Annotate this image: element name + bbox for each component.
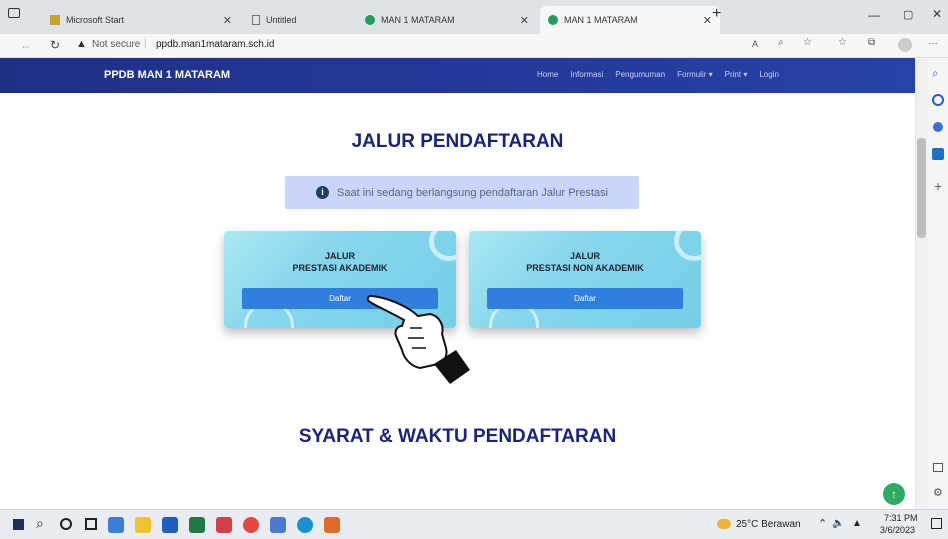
window-menu-icon[interactable]	[8, 8, 20, 18]
clock-time[interactable]: 7:31 PM	[884, 513, 918, 523]
favorite-add-icon[interactable]: ☆	[803, 37, 812, 48]
weather-text[interactable]: 25°C Berawan	[736, 519, 801, 530]
scroll-to-top-button[interactable]: ↑	[883, 483, 905, 505]
address-bar: ← ↻ ▲ Not secure | ppdb.man1mataram.sch.…	[0, 34, 948, 58]
daftar-non-akademik-button[interactable]: Daftar	[487, 288, 683, 309]
clock-date[interactable]: 3/6/2023	[880, 525, 915, 535]
scrollbar-thumb[interactable]	[917, 138, 926, 238]
volume-icon[interactable]: 🔈	[832, 518, 844, 529]
outlook-icon[interactable]	[932, 148, 944, 160]
search-icon[interactable]: ⌕	[932, 66, 939, 81]
info-icon: i	[316, 186, 330, 199]
windows-start-icon[interactable]	[13, 519, 24, 530]
add-icon[interactable]: +	[934, 178, 942, 194]
profile-avatar[interactable]	[898, 38, 912, 52]
close-window-button[interactable]: ✕	[932, 7, 942, 21]
network-icon[interactable]: ▲	[852, 518, 862, 529]
page-viewport: PPDB MAN 1 MATARAM Home Informasi Pengum…	[0, 58, 915, 509]
card-prestasi-non-akademik: JALUR PRESTASI NON AKADEMIK Daftar	[469, 231, 701, 328]
page-title: JALUR PENDAFTARAN	[351, 131, 564, 152]
site-menu: Home Informasi Pengumuman Formulir ▾ Pri…	[537, 70, 779, 79]
tab-close-icon[interactable]: ✕	[520, 14, 529, 27]
search-icon[interactable]: ⌕	[36, 515, 44, 532]
card-title-line1: JALUR	[324, 251, 355, 261]
weather-icon[interactable]	[717, 519, 731, 529]
tab-label: Untitled	[266, 15, 297, 25]
app-icon[interactable]	[108, 517, 124, 533]
menu-pengumuman[interactable]: Pengumuman	[615, 70, 665, 79]
read-aloud-icon[interactable]: A	[752, 39, 758, 49]
site-navbar: PPDB MAN 1 MATARAM Home Informasi Pengum…	[0, 58, 915, 93]
chrome-icon[interactable]	[243, 517, 259, 533]
divider: |	[144, 38, 147, 49]
file-explorer-icon[interactable]	[135, 517, 151, 533]
url-field[interactable]: ppdb.man1mataram.sch.id	[156, 39, 274, 50]
tab-man1-mataram-active[interactable]: MAN 1 MATARAM ✕	[540, 6, 720, 34]
panel-icon[interactable]	[933, 463, 943, 472]
collections-icon[interactable]: ⧉	[868, 37, 875, 48]
taskbar: ⌕ 25°C Berawan ⌃ 🔈 ▲ 7:31 PM 3/6/2023	[0, 509, 948, 539]
tab-label: MAN 1 MATARAM	[381, 15, 455, 25]
app-icon[interactable]	[270, 517, 286, 533]
settings-icon[interactable]: ⚙	[933, 486, 943, 499]
site-brand[interactable]: PPDB MAN 1 MATARAM	[104, 69, 230, 81]
edge-icon[interactable]	[297, 517, 313, 533]
restore-button[interactable]: ▢	[903, 8, 913, 21]
menu-print[interactable]: Print ▾	[725, 70, 748, 79]
menu-formulir[interactable]: Formulir ▾	[677, 70, 713, 79]
tab-label: Microsoft Start	[66, 15, 125, 25]
browser-tab-bar: Microsoft Start ✕ Untitled MAN 1 MATARAM…	[0, 0, 948, 34]
cortana-icon[interactable]	[60, 518, 72, 530]
refresh-icon[interactable]: ↻	[50, 38, 60, 52]
task-view-icon[interactable]	[85, 518, 97, 530]
menu-informasi[interactable]: Informasi	[570, 70, 603, 79]
security-label[interactable]: Not secure	[92, 39, 140, 50]
app-icon[interactable]	[324, 517, 340, 533]
app-icon[interactable]	[216, 517, 232, 533]
minimize-button[interactable]: —	[868, 8, 880, 22]
back-icon[interactable]: ←	[20, 38, 32, 52]
new-tab-button[interactable]: +	[712, 5, 721, 23]
info-notice: i Saat ini sedang berlangsung pendaftara…	[285, 176, 639, 209]
pointing-hand-icon	[366, 294, 470, 384]
mail-icon[interactable]	[162, 517, 178, 533]
notice-text: Saat ini sedang berlangsung pendaftaran …	[337, 186, 608, 199]
zoom-icon[interactable]: ⌕	[778, 37, 784, 48]
tab-untitled[interactable]: Untitled	[244, 6, 362, 34]
tab-close-icon[interactable]: ✕	[223, 14, 232, 27]
extension-icon[interactable]	[933, 122, 943, 132]
tab-label: MAN 1 MATARAM	[564, 15, 638, 25]
card-title-line2: PRESTASI NON AKADEMIK	[526, 263, 644, 273]
tab-favicon-icon	[50, 15, 60, 25]
section-title-syarat: SYARAT & WAKTU PENDAFTARAN	[298, 426, 617, 447]
favorites-icon[interactable]: ☆	[838, 37, 847, 48]
page-icon	[252, 15, 260, 25]
site-favicon-icon	[548, 15, 558, 25]
menu-home[interactable]: Home	[537, 70, 558, 79]
tray-chevron-icon[interactable]: ⌃	[818, 517, 827, 530]
warning-icon: ▲	[76, 38, 87, 50]
excel-icon[interactable]	[189, 517, 205, 533]
tab-man1-mataram[interactable]: MAN 1 MATARAM ✕	[357, 6, 537, 34]
edge-sidebar: ⌕ + ⚙	[928, 58, 948, 509]
more-icon[interactable]: …	[928, 36, 938, 47]
tab-microsoft-start[interactable]: Microsoft Start ✕	[42, 6, 240, 34]
tab-close-icon[interactable]: ✕	[703, 14, 712, 27]
page-scrollbar[interactable]	[915, 58, 928, 509]
notification-icon[interactable]	[931, 518, 942, 529]
card-title-line2: PRESTASI AKADEMIK	[292, 263, 388, 273]
menu-login[interactable]: Login	[759, 70, 779, 79]
site-favicon-icon	[365, 15, 375, 25]
card-title-line1: JALUR	[569, 251, 600, 261]
bing-icon[interactable]	[932, 94, 944, 106]
